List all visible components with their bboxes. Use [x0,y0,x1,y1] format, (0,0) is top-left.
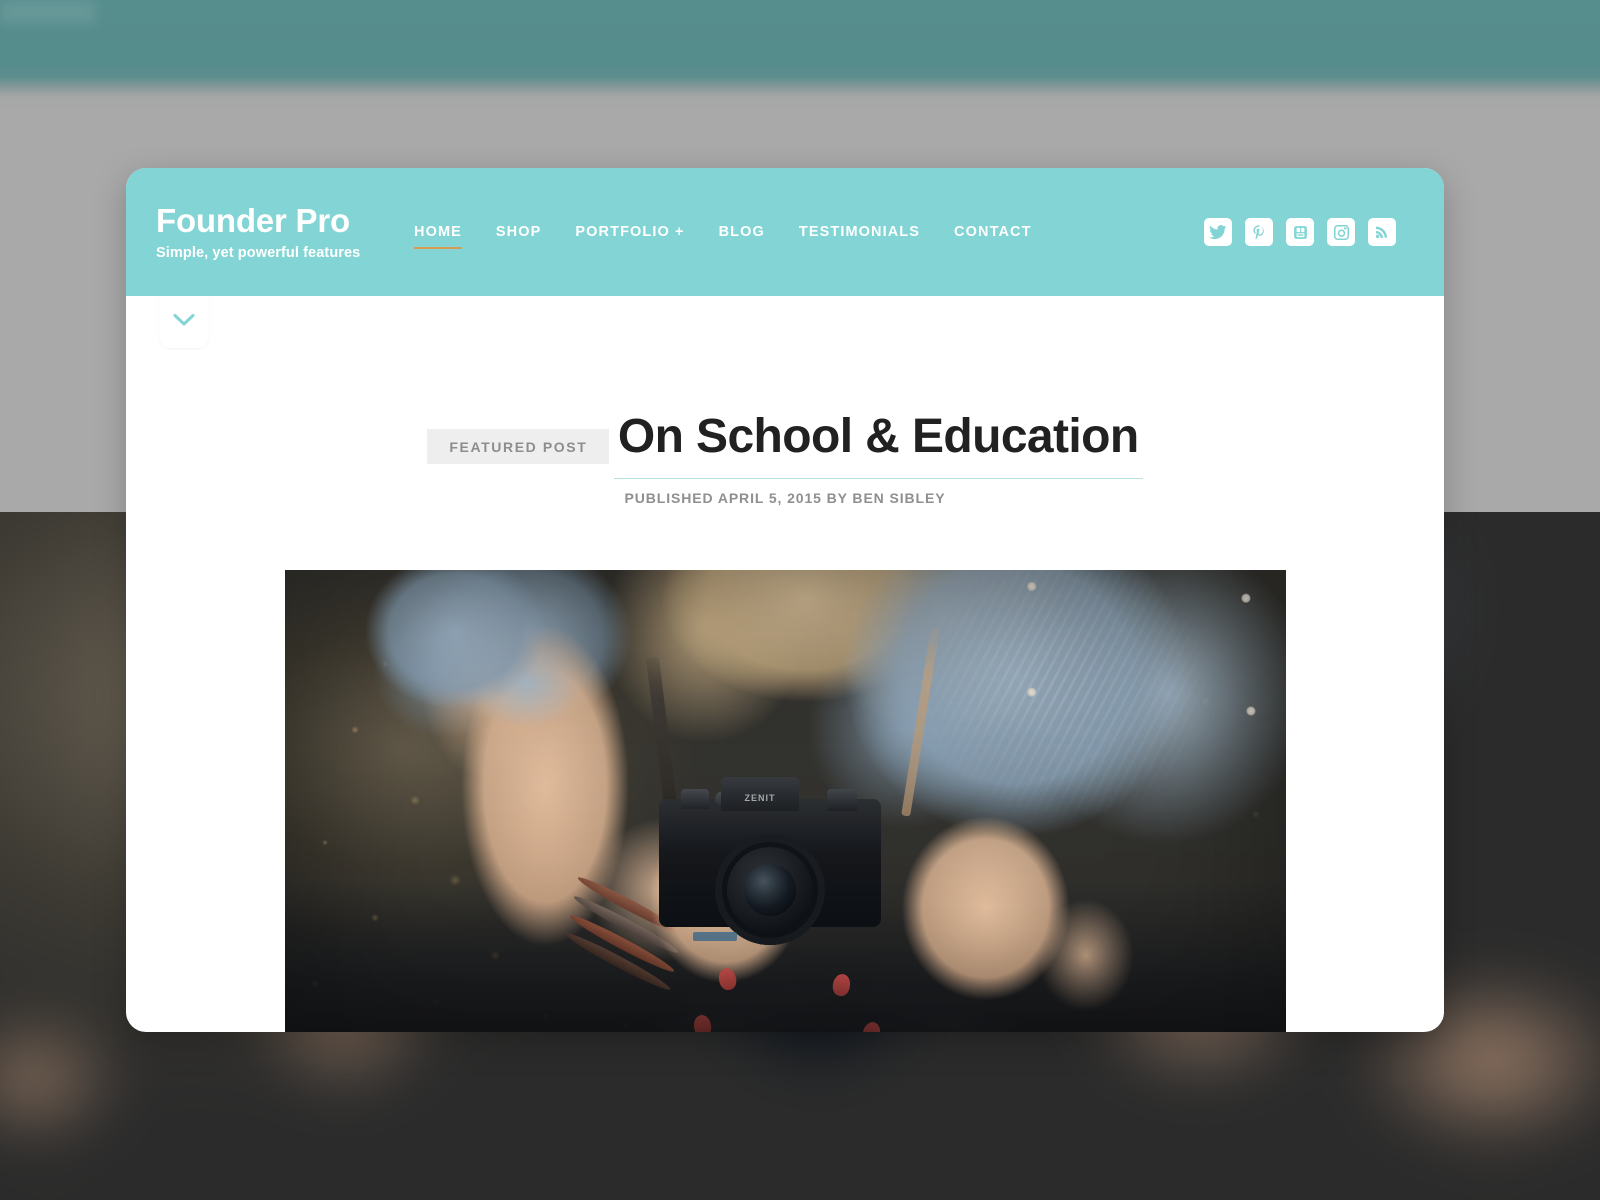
backdrop-top-teal-band [0,0,1600,110]
brand[interactable]: Founder Pro Simple, yet powerful feature… [156,203,414,262]
nav-item-contact[interactable]: CONTACT [954,218,1032,246]
scroll-down-tab[interactable] [159,296,209,348]
pinterest-icon[interactable] [1245,218,1273,246]
chevron-down-icon [173,313,195,332]
nav-item-blog[interactable]: BLOG [719,218,765,246]
nav-item-shop[interactable]: SHOP [496,218,542,246]
youtube-icon[interactable] [1286,218,1314,246]
site-header: Founder Pro Simple, yet powerful feature… [126,168,1444,296]
featured-post: FEATURED POST On School & Education PUBL… [126,296,1444,1032]
post-meta: PUBLISHED APRIL 5, 2015 BY BEN SIBLEY [624,489,946,506]
social-links [1204,218,1396,246]
instagram-icon[interactable] [1327,218,1355,246]
twitter-icon[interactable] [1204,218,1232,246]
nav-item-portfolio[interactable]: PORTFOLIO + [575,218,684,246]
featured-image[interactable]: ZENIT [284,569,1286,1032]
nav-item-testimonials[interactable]: TESTIMONIALS [799,218,920,246]
status-badge: FEATURED POST [427,429,610,464]
primary-navigation: HOME SHOP PORTFOLIO + BLOG TESTIMONIALS … [414,218,1204,249]
page-title: On School & Education [613,410,1143,479]
nav-item-home[interactable]: HOME [414,218,462,249]
website-card: Founder Pro Simple, yet powerful feature… [126,168,1444,1032]
brand-title: Founder Pro [156,201,350,239]
rss-icon[interactable] [1368,218,1396,246]
brand-tagline: Simple, yet powerful features [156,245,361,262]
